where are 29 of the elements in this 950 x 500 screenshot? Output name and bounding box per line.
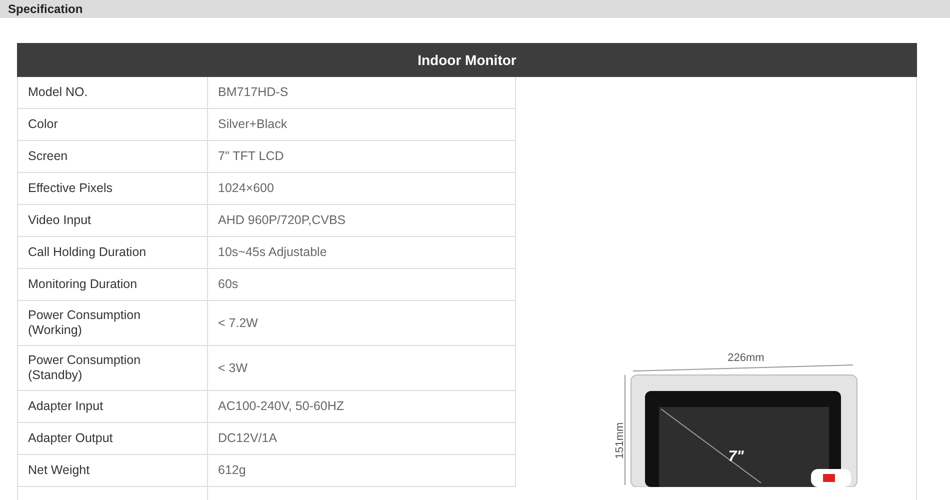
- spec-label: Effective Pixels: [18, 173, 208, 204]
- spec-value: < 7.2W: [208, 301, 516, 345]
- spec-value: DC12V/1A: [208, 423, 516, 454]
- spec-value: 10s~45s Adjustable: [208, 237, 516, 268]
- spec-label: Net Weight: [18, 455, 208, 486]
- spec-label: Call Holding Duration: [18, 237, 208, 268]
- spec-value: 60s: [208, 269, 516, 300]
- spec-value: 1024×600: [208, 173, 516, 204]
- spec-label: Monitoring Duration: [18, 269, 208, 300]
- spec-value: 612g: [208, 455, 516, 486]
- table-title: Indoor Monitor: [17, 43, 917, 77]
- spec-value: 7" TFT LCD: [208, 141, 516, 172]
- spec-value: Silver+Black: [208, 109, 516, 140]
- spec-label: Power Consumption (Working): [18, 301, 208, 345]
- spec-label: Adapter Output: [18, 423, 208, 454]
- spec-label: Video Input: [18, 205, 208, 236]
- spec-label: Power Consumption (Standby): [18, 346, 208, 390]
- width-label: 226mm: [728, 352, 764, 364]
- section-title: Specification: [8, 2, 83, 16]
- spec-value: AC100-240V, 50-60HZ: [208, 391, 516, 422]
- spec-value: < 3W: [208, 346, 516, 390]
- height-label: 151mm: [614, 422, 626, 459]
- spec-label: Screen: [18, 141, 208, 172]
- spec-label: Model NO.: [18, 77, 208, 108]
- spec-label: Adapter Input: [18, 391, 208, 422]
- spec-value: AHD 960P/720P,CVBS: [208, 205, 516, 236]
- spec-value: BM717HD-S: [208, 77, 516, 108]
- spec-label: Color: [18, 109, 208, 140]
- screen-size-label: 7": [728, 448, 744, 465]
